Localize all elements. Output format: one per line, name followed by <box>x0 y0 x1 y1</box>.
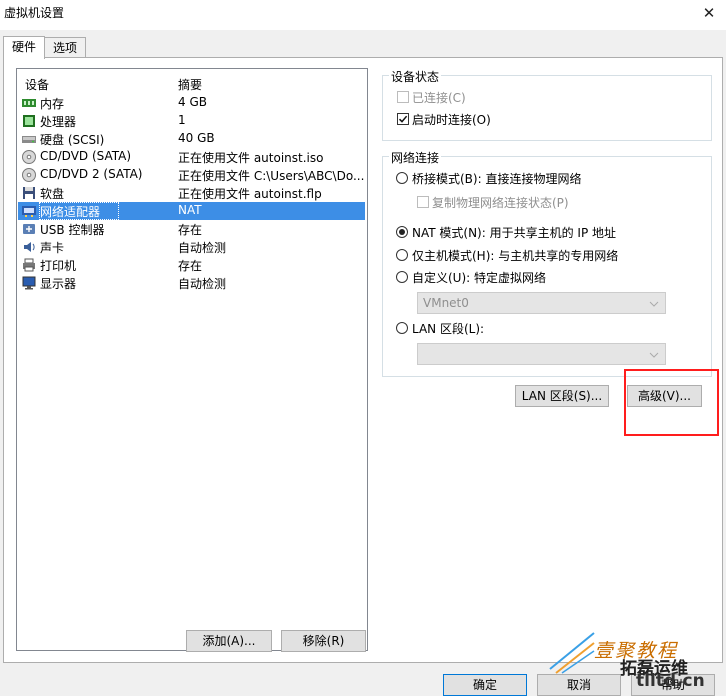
device-summary: 1 <box>178 113 186 127</box>
device-row-cd-dvd[interactable]: CD/DVD (SATA) 正在使用文件 autoinst.iso <box>18 148 365 166</box>
custom-radio[interactable] <box>396 271 408 283</box>
connect-at-power-on-label: 启动时连接(O) <box>412 113 491 127</box>
cd-dvd-icon <box>22 168 36 182</box>
close-icon[interactable]: ✕ <box>698 4 720 22</box>
device-status-title: 设备状态 <box>389 68 442 85</box>
radio-dot-icon <box>399 229 405 235</box>
watermark-url: tlltd.cn <box>636 671 705 691</box>
device-summary: 正在使用文件 autoinst.flp <box>178 187 322 201</box>
device-name: 声卡 <box>40 241 65 255</box>
connected-checkbox[interactable] <box>397 91 409 103</box>
device-name: 网络适配器 <box>40 205 101 219</box>
device-summary: 40 GB <box>178 131 215 145</box>
device-summary: 4 GB <box>178 95 207 109</box>
checkmark-icon <box>398 115 408 123</box>
chevron-down-icon <box>649 301 659 307</box>
cd-dvd-icon <box>22 150 36 164</box>
highlight-annotation <box>624 369 719 436</box>
usb-icon <box>23 224 35 234</box>
device-name: 打印机 <box>40 259 77 273</box>
tab-hardware[interactable]: 硬件 <box>3 36 45 59</box>
device-row-usb[interactable]: USB 控制器 存在 <box>18 220 365 238</box>
device-list[interactable]: 设备 摘要 内存 4 GB 处理器 1 硬盘 (SCSI) 40 GB CD/D… <box>16 68 368 651</box>
device-row-printer[interactable]: 打印机 存在 <box>18 256 365 274</box>
memory-icon <box>22 99 36 107</box>
add-device-button[interactable]: 添加(A)... <box>186 630 272 652</box>
printer-icon <box>23 258 35 272</box>
device-summary: 自动检测 <box>178 277 227 291</box>
device-name: 软盘 <box>40 187 65 201</box>
bridged-label: 桥接模式(B): 直接连接物理网络 <box>412 172 582 186</box>
vmnet-select-value: VMnet0 <box>423 296 469 310</box>
device-summary: 自动检测 <box>178 241 227 255</box>
lan-segment-select[interactable] <box>417 343 666 365</box>
device-row-memory[interactable]: 内存 4 GB <box>18 94 365 112</box>
network-adapter-icon <box>22 206 36 217</box>
host-only-label: 仅主机模式(H): 与主机共享的专用网络 <box>412 249 619 263</box>
device-name: 内存 <box>40 97 65 111</box>
hard-disk-icon <box>22 136 36 143</box>
host-only-radio[interactable] <box>396 249 408 261</box>
device-row-display[interactable]: 显示器 自动检测 <box>18 274 365 292</box>
title-bar <box>0 0 726 30</box>
connected-label: 已连接(C) <box>412 91 466 105</box>
lan-segment-label: LAN 区段(L): <box>412 322 485 336</box>
device-summary: 存在 <box>178 259 203 273</box>
device-name: 硬盘 (SCSI) <box>40 133 105 147</box>
remove-device-button[interactable]: 移除(R) <box>281 630 366 652</box>
tab-options[interactable]: 选项 <box>44 37 86 59</box>
bridged-radio[interactable] <box>396 172 408 184</box>
device-name: USB 控制器 <box>40 223 105 237</box>
vmnet-select[interactable]: VMnet0 <box>417 292 666 314</box>
device-row-sound-card[interactable]: 声卡 自动检测 <box>18 238 365 256</box>
column-header-device: 设备 <box>25 78 50 92</box>
sound-card-icon <box>24 242 35 252</box>
replicate-state-label: 复制物理网络连接状态(P) <box>432 196 569 210</box>
processor-icon <box>23 115 35 127</box>
device-row-hard-disk[interactable]: 硬盘 (SCSI) 40 GB <box>18 130 365 148</box>
nat-label: NAT 模式(N): 用于共享主机的 IP 地址 <box>412 226 617 240</box>
device-name: 处理器 <box>40 115 77 129</box>
device-row-floppy[interactable]: 软盘 正在使用文件 autoinst.flp <box>18 184 365 202</box>
nat-radio[interactable] <box>396 226 408 238</box>
device-row-processor[interactable]: 处理器 1 <box>18 112 365 130</box>
device-row-cd-dvd-2[interactable]: CD/DVD 2 (SATA) 正在使用文件 C:\Users\ABC\Do..… <box>18 166 365 184</box>
device-summary: 正在使用文件 C:\Users\ABC\Do... <box>178 169 365 183</box>
connect-at-power-on-checkbox[interactable] <box>397 113 409 125</box>
device-name: CD/DVD (SATA) <box>40 149 132 163</box>
monitor-icon <box>22 276 36 290</box>
network-connection-title: 网络连接 <box>389 149 442 166</box>
window-title: 虚拟机设置 <box>4 6 65 20</box>
device-summary: 正在使用文件 autoinst.iso <box>178 151 324 165</box>
lan-segment-radio[interactable] <box>396 322 408 334</box>
device-name: CD/DVD 2 (SATA) <box>40 167 143 181</box>
custom-label: 自定义(U): 特定虚拟网络 <box>412 271 547 285</box>
floppy-icon <box>23 187 35 199</box>
device-name: 显示器 <box>40 277 77 291</box>
watermark-logo-icon <box>549 632 595 674</box>
device-summary: NAT <box>178 203 202 217</box>
chevron-down-icon <box>649 352 659 358</box>
cancel-button[interactable]: 取消 <box>537 674 621 696</box>
device-summary: 存在 <box>178 223 203 237</box>
replicate-state-checkbox[interactable] <box>417 196 429 208</box>
device-row-network-adapter[interactable]: 网络适配器 NAT <box>18 202 365 220</box>
lan-segments-button[interactable]: LAN 区段(S)... <box>515 385 609 407</box>
column-header-summary: 摘要 <box>178 78 203 92</box>
ok-button[interactable]: 确定 <box>443 674 527 696</box>
